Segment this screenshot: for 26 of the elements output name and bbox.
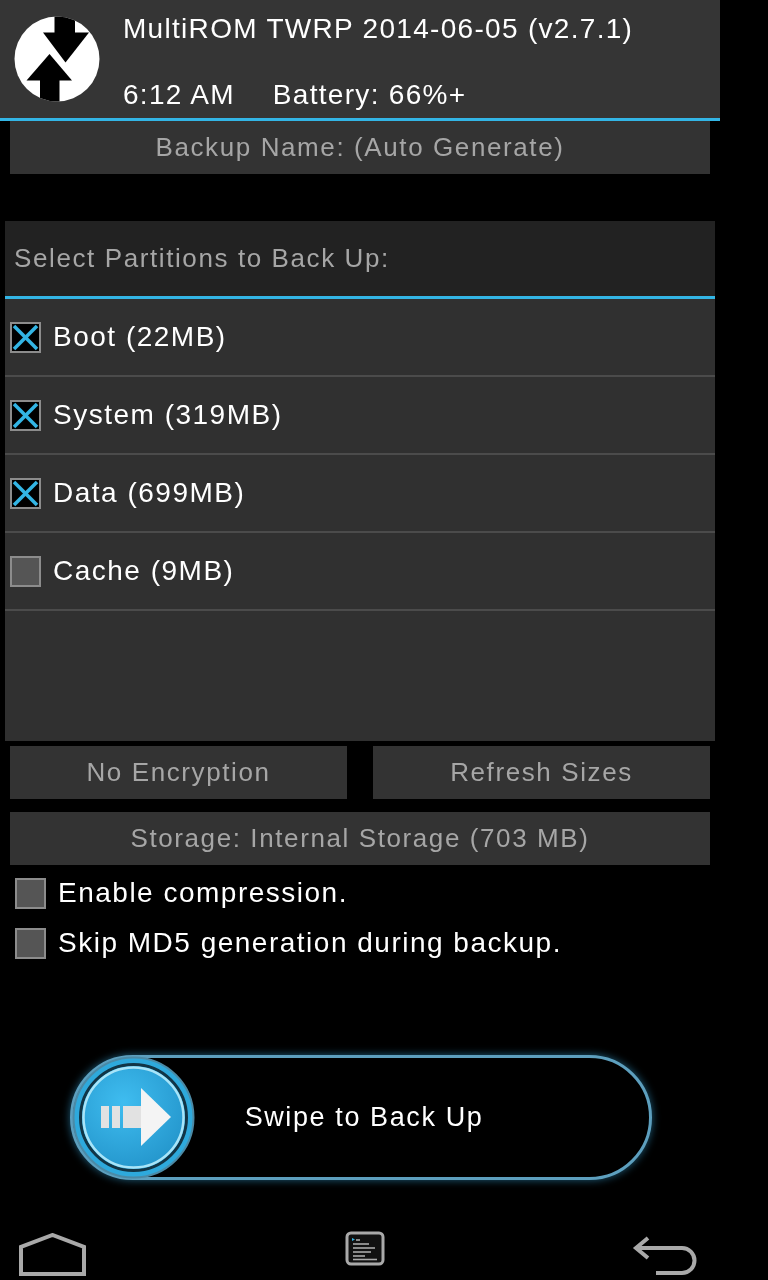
header-title: MultiROM TWRP 2014-06-05 (v2.7.1) bbox=[123, 15, 634, 43]
partition-label: Data (699MB) bbox=[53, 476, 246, 510]
arrow-handle-icon[interactable] bbox=[72, 1056, 195, 1179]
checkbox[interactable] bbox=[10, 477, 41, 509]
checkbox[interactable] bbox=[10, 555, 41, 587]
backup-name-button[interactable]: Backup Name: (Auto Generate) bbox=[10, 121, 710, 174]
checkbox[interactable] bbox=[15, 877, 46, 909]
battery-text: Battery: 66%+ bbox=[272, 81, 467, 109]
storage-button[interactable]: Storage: Internal Storage (703 MB) bbox=[10, 812, 710, 865]
back-icon[interactable] bbox=[632, 1236, 698, 1275]
logo-icon bbox=[14, 16, 100, 102]
option-label: Skip MD5 generation during backup. bbox=[58, 926, 562, 960]
checkbox[interactable] bbox=[10, 321, 41, 353]
checkbox[interactable] bbox=[10, 399, 41, 431]
clock-text: 6:12 AM bbox=[123, 81, 235, 109]
partition-label: Cache (9MB) bbox=[53, 554, 235, 588]
refresh-sizes-button[interactable]: Refresh Sizes bbox=[373, 746, 710, 799]
checkbox[interactable] bbox=[15, 927, 46, 959]
home-icon[interactable] bbox=[19, 1233, 86, 1276]
option-label: Enable compression. bbox=[58, 876, 348, 910]
encryption-button[interactable]: No Encryption bbox=[10, 746, 347, 799]
swipe-slider[interactable]: Swipe to Back Up bbox=[70, 1055, 652, 1180]
console-icon[interactable] bbox=[345, 1231, 385, 1266]
panel-heading: Select Partitions to Back Up: bbox=[5, 221, 715, 299]
partition-label: System (319MB) bbox=[53, 398, 283, 432]
partition-label: Boot (22MB) bbox=[53, 320, 227, 354]
